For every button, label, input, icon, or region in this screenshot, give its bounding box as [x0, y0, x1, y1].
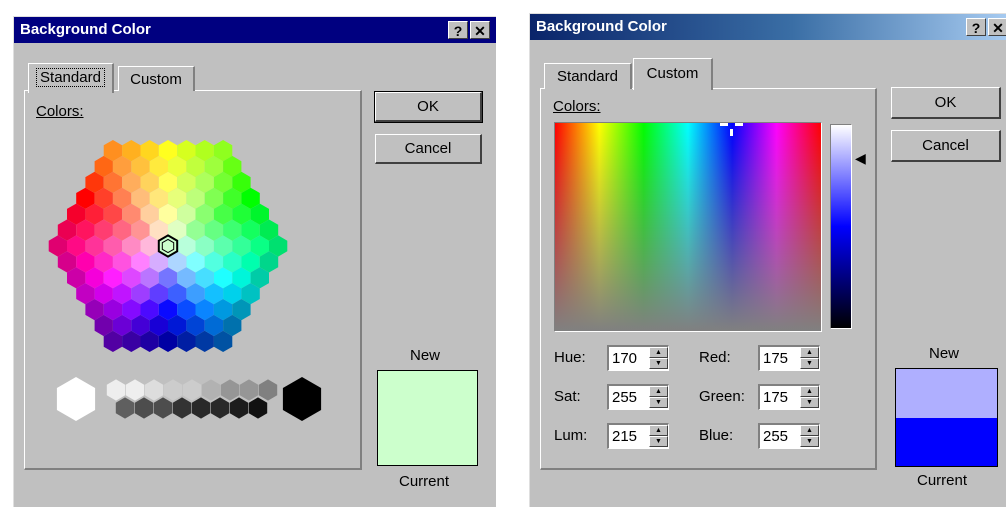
hue-spinner[interactable]: 170 ▲ ▼: [607, 345, 669, 371]
tab-standard-label: Standard: [557, 68, 618, 85]
close-button[interactable]: ✕: [988, 18, 1006, 36]
new-current-swatch: [377, 370, 478, 466]
spinner-up-icon[interactable]: ▲: [800, 425, 819, 436]
new-current-swatch: [895, 368, 998, 467]
cancel-button[interactable]: Cancel: [891, 130, 1001, 162]
spinner-up-icon[interactable]: ▲: [800, 386, 819, 397]
background-color-dialog-standard: Background Color ? ✕ Standard Custom Col…: [13, 16, 496, 507]
current-color-swatch: [378, 418, 477, 465]
red-label: Red:: [699, 349, 731, 366]
hue-value[interactable]: 170: [612, 350, 637, 367]
spinner-up-icon[interactable]: ▲: [649, 386, 668, 397]
gray-cell[interactable]: [115, 397, 135, 419]
gray-cell[interactable]: [229, 397, 249, 419]
spinner-down-icon[interactable]: ▼: [649, 358, 668, 369]
colors-label: Colors:: [553, 98, 601, 115]
ok-button[interactable]: OK: [891, 87, 1001, 119]
red-spinner[interactable]: 175 ▲ ▼: [758, 345, 820, 371]
green-label: Green:: [699, 388, 745, 405]
current-label: Current: [399, 473, 450, 490]
help-button[interactable]: ?: [966, 18, 986, 36]
sat-spinner[interactable]: 255 ▲ ▼: [607, 384, 669, 410]
tab-standard-label: Standard: [36, 68, 105, 87]
current-label: Current: [917, 472, 968, 489]
gray-cell-white[interactable]: [56, 377, 96, 421]
crosshair-icon: [720, 123, 744, 136]
sat-label: Sat:: [554, 388, 581, 405]
gray-cell[interactable]: [182, 379, 202, 401]
gray-cell[interactable]: [172, 397, 192, 419]
selected-color-marker-inner[interactable]: [161, 238, 175, 254]
lum-label: Lum:: [554, 427, 588, 444]
new-label: New: [929, 345, 960, 362]
gray-cell[interactable]: [134, 397, 154, 419]
blue-label: Blue:: [699, 427, 734, 444]
title-bar: Background Color ? ✕: [530, 14, 1006, 40]
hue-label: Hue:: [554, 349, 586, 366]
gray-cell[interactable]: [125, 379, 145, 401]
spinner-up-icon[interactable]: ▲: [649, 425, 668, 436]
gray-cell[interactable]: [220, 379, 240, 401]
gray-cell[interactable]: [191, 397, 211, 419]
gray-cell[interactable]: [106, 379, 126, 401]
new-color-swatch: [896, 369, 997, 418]
spinner-up-icon[interactable]: ▲: [800, 347, 819, 358]
lum-spinner[interactable]: 215 ▲ ▼: [607, 423, 669, 449]
gray-cell[interactable]: [258, 379, 278, 401]
green-spinner[interactable]: 175 ▲ ▼: [758, 384, 820, 410]
gray-cell[interactable]: [248, 397, 268, 419]
gray-cell[interactable]: [239, 379, 259, 401]
luminance-pointer-icon[interactable]: ◀: [855, 150, 866, 167]
cancel-button[interactable]: Cancel: [375, 134, 482, 164]
background-color-dialog-custom: Background Color ? ✕ Standard Custom Col…: [529, 13, 1006, 507]
lum-value[interactable]: 215: [612, 428, 637, 445]
gray-cell-black[interactable]: [282, 377, 322, 421]
blue-value[interactable]: 255: [763, 428, 788, 445]
gray-cell[interactable]: [201, 379, 221, 401]
tab-standard[interactable]: Standard: [544, 63, 632, 89]
blue-spinner[interactable]: 255 ▲ ▼: [758, 423, 820, 449]
current-color-swatch: [896, 417, 997, 466]
new-label: New: [410, 347, 441, 364]
gray-cell[interactable]: [210, 397, 230, 419]
dialog-title: Background Color: [536, 18, 667, 35]
gray-cell[interactable]: [144, 379, 164, 401]
luminance-bar[interactable]: [830, 124, 852, 329]
color-spectrum[interactable]: [554, 122, 822, 332]
spinner-up-icon[interactable]: ▲: [649, 347, 668, 358]
tab-standard[interactable]: Standard: [28, 63, 114, 93]
gray-cell[interactable]: [163, 379, 183, 401]
spinner-down-icon[interactable]: ▼: [800, 436, 819, 447]
spinner-down-icon[interactable]: ▼: [800, 397, 819, 408]
new-color-swatch: [378, 371, 477, 418]
tab-custom[interactable]: Custom: [633, 58, 713, 90]
red-value[interactable]: 175: [763, 350, 788, 367]
spinner-down-icon[interactable]: ▼: [800, 358, 819, 369]
green-value[interactable]: 175: [763, 389, 788, 406]
spinner-down-icon[interactable]: ▼: [649, 397, 668, 408]
tab-custom-label: Custom: [646, 65, 699, 82]
gray-cell[interactable]: [153, 397, 173, 419]
sat-value[interactable]: 255: [612, 389, 637, 406]
ok-button[interactable]: OK: [374, 91, 483, 123]
spinner-down-icon[interactable]: ▼: [649, 436, 668, 447]
